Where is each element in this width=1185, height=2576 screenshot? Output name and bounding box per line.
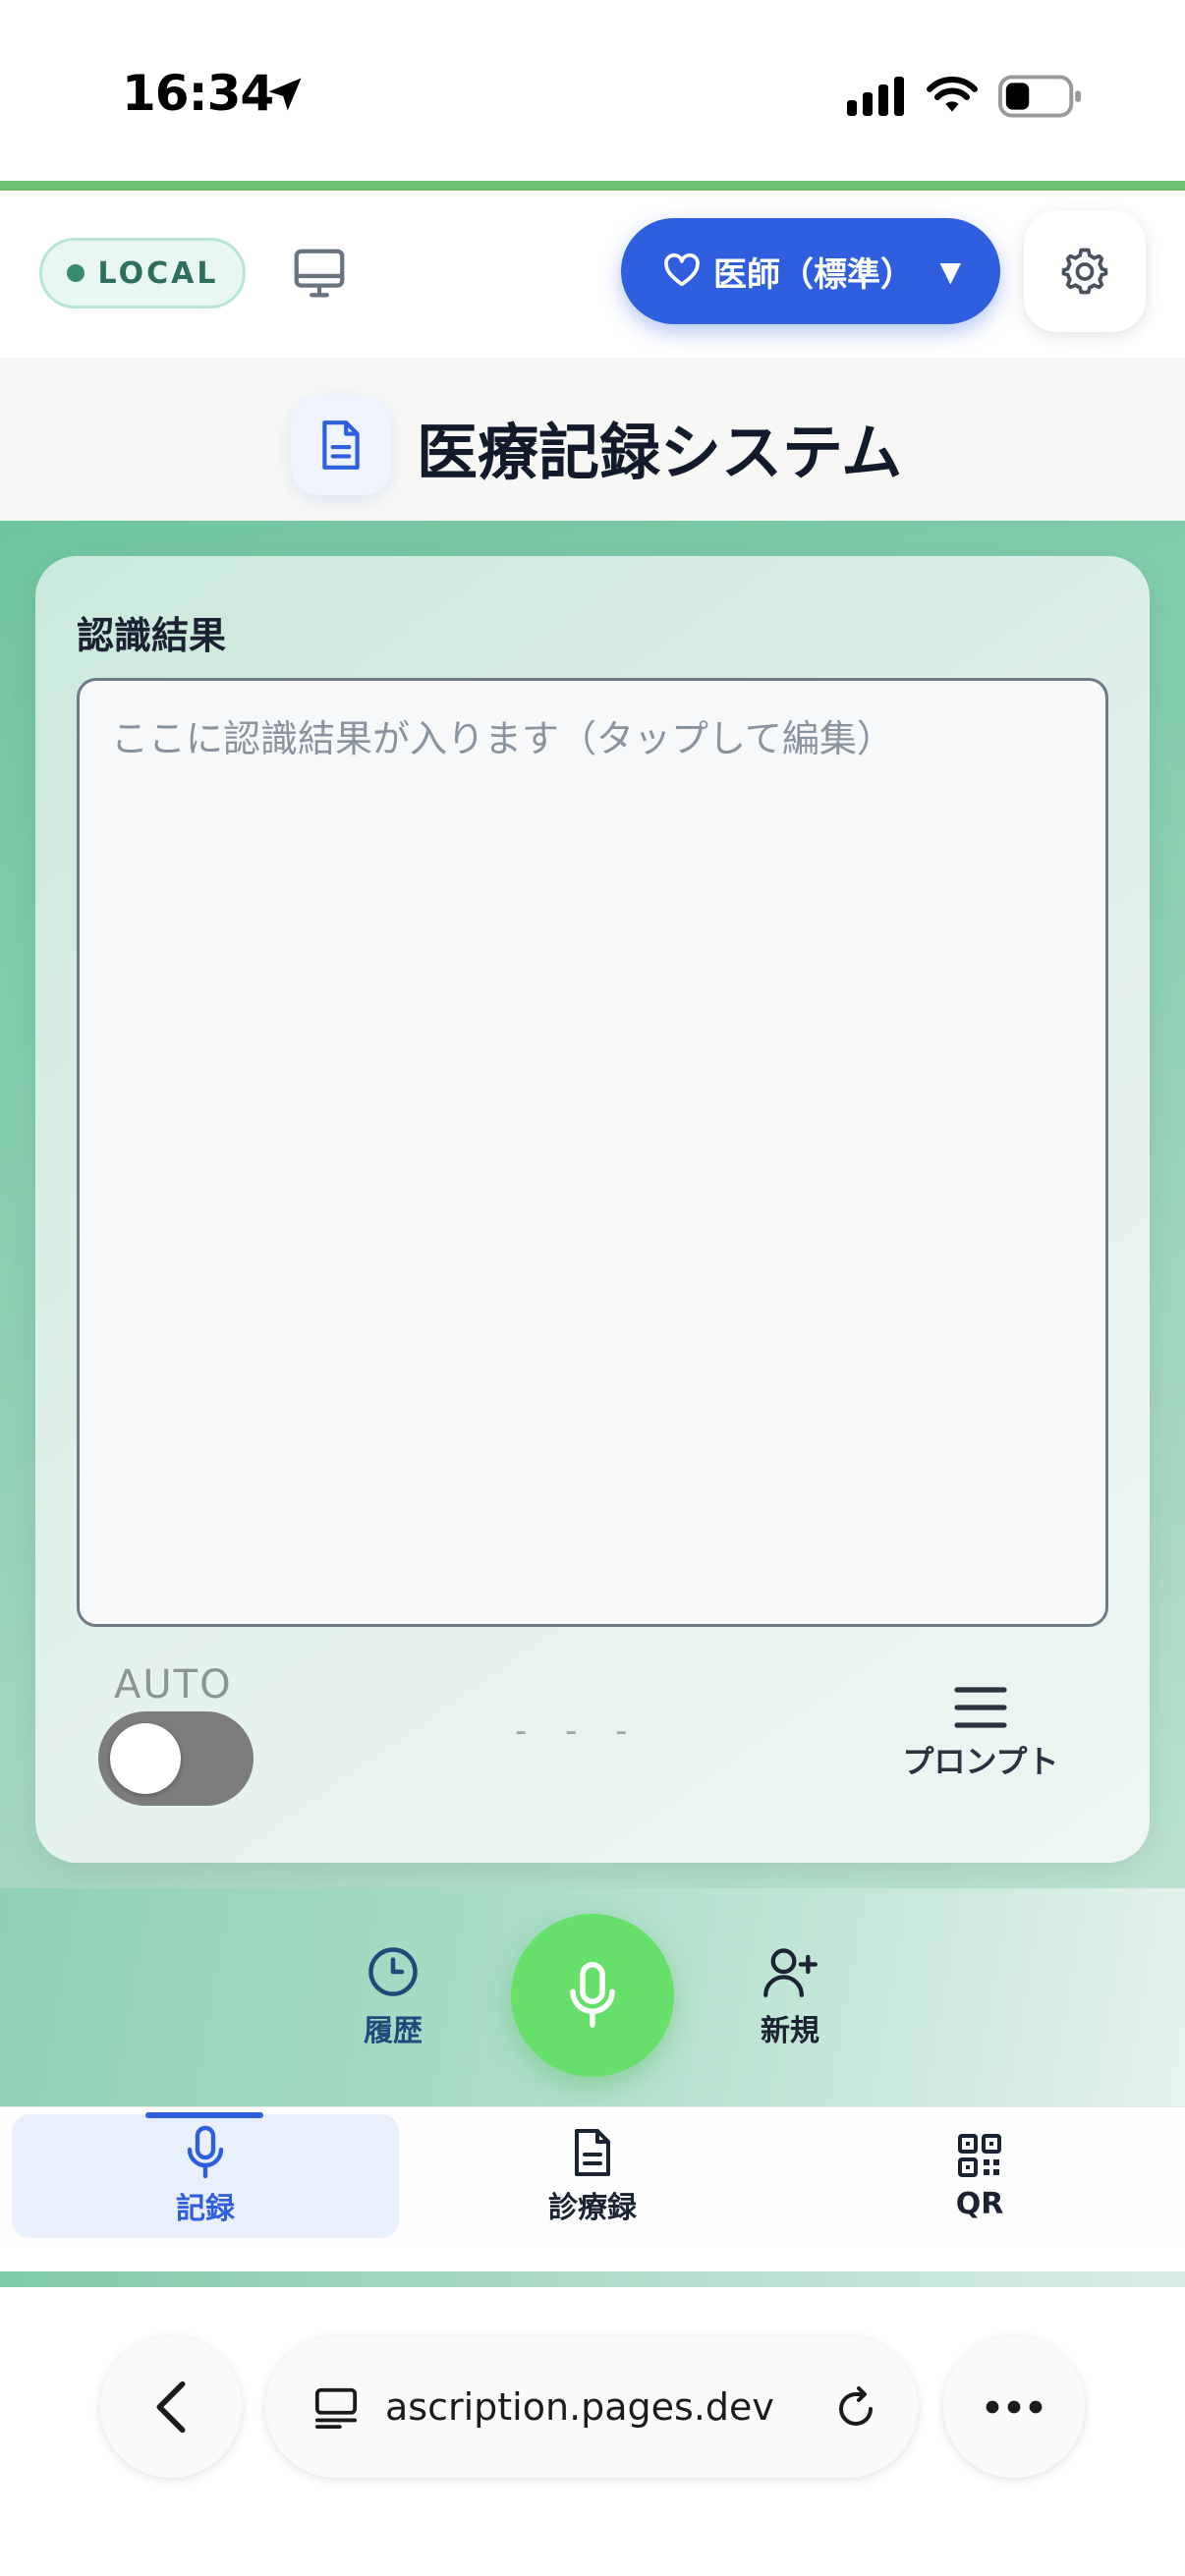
location-arrow-icon	[268, 78, 302, 111]
document-icon	[322, 420, 360, 470]
settings-button[interactable]	[1024, 210, 1146, 332]
user-plus-icon	[763, 1948, 818, 1997]
auto-label: AUTO	[114, 1662, 233, 1708]
nav-tab-label: 診療録	[548, 2191, 637, 2225]
active-tab-indicator	[145, 2112, 263, 2118]
status-dot-icon	[66, 264, 85, 282]
microphone-icon	[570, 1962, 615, 2028]
result-textarea[interactable]	[77, 678, 1108, 1627]
level-indicator: - - -	[515, 1711, 642, 1751]
bottom-accent-bar	[0, 2271, 1185, 2287]
record-mic-button[interactable]	[511, 1914, 674, 2077]
tab-overview-icon[interactable]	[312, 2384, 360, 2430]
nav-tab-qr[interactable]: QR	[786, 2114, 1173, 2238]
menu-icon	[954, 1687, 1007, 1728]
prompt-button[interactable]: プロンプト	[892, 1686, 1069, 1784]
battery-icon	[998, 75, 1082, 118]
ellipsis-icon	[986, 2400, 1043, 2414]
heart-icon	[664, 252, 700, 287]
gear-icon	[1061, 248, 1108, 295]
history-button[interactable]: 履歴	[344, 1945, 442, 2053]
local-badge-label: LOCAL	[97, 255, 219, 291]
clock-icon	[368, 1947, 418, 1996]
history-label: 履歴	[364, 2014, 423, 2048]
nav-tab-medical-chart[interactable]: 診療録	[399, 2114, 786, 2238]
nav-tab-label: QR	[955, 2186, 1004, 2221]
page-title: 医療記録システム	[417, 417, 903, 488]
auto-toggle-knob[interactable]	[110, 1723, 181, 1794]
monitor-icon[interactable]	[289, 244, 350, 305]
browser-url-bar[interactable]: ascription.pages.dev	[265, 2336, 918, 2478]
prompt-label: プロンプト	[902, 1743, 1059, 1780]
dropdown-arrow-icon: ▼	[939, 254, 961, 288]
role-select-button[interactable]: 医師（標準） ▼	[621, 218, 1000, 324]
url-text: ascription.pages.dev	[385, 2385, 774, 2429]
new-label: 新規	[761, 2014, 819, 2048]
status-time: 16:34	[122, 65, 274, 122]
reload-icon[interactable]	[833, 2383, 880, 2431]
microphone-icon	[187, 2125, 224, 2179]
role-label: 医師（標準）	[713, 254, 914, 295]
wifi-icon	[927, 77, 978, 112]
result-label: 認識結果	[77, 614, 227, 657]
new-patient-button[interactable]: 新規	[741, 1945, 839, 2053]
browser-more-button[interactable]	[943, 2336, 1085, 2478]
chevron-left-icon	[156, 2380, 186, 2434]
qr-code-icon	[958, 2133, 1001, 2177]
browser-back-button[interactable]	[100, 2336, 242, 2478]
local-mode-badge: LOCAL	[39, 238, 246, 308]
cellular-signal-icon	[847, 77, 904, 116]
top-accent-bar	[0, 181, 1185, 191]
nav-tab-label: 記録	[176, 2192, 235, 2226]
document-icon	[575, 2129, 610, 2176]
title-icon-container	[291, 395, 391, 495]
nav-tab-record[interactable]: 記録	[12, 2114, 399, 2238]
